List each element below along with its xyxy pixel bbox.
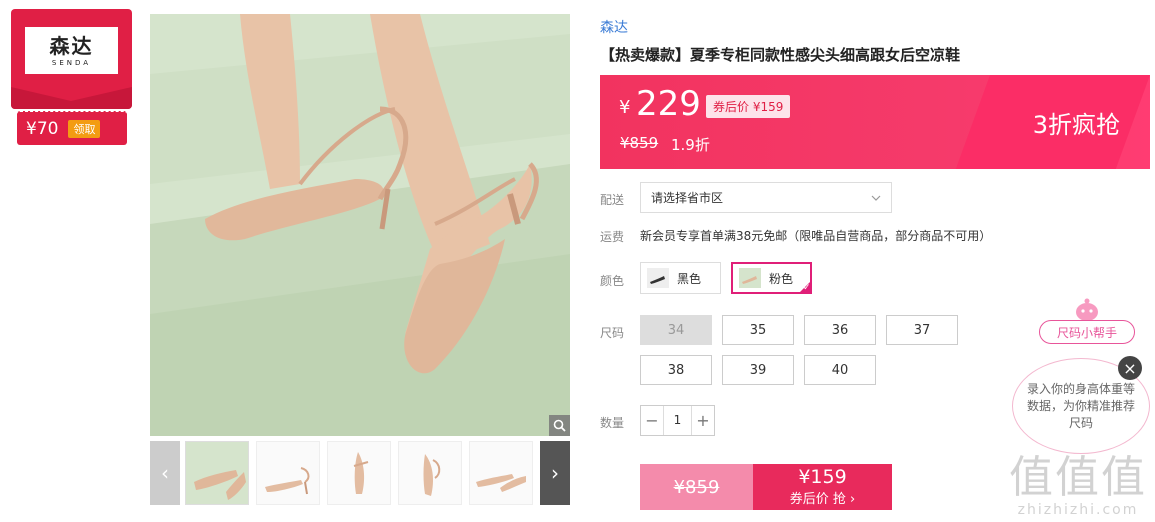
current-price: 229 [636,84,701,124]
product-photo [150,14,570,436]
after-coupon-price-badge: 券后价 ¥159 [706,95,791,118]
color-name: 黑色 [677,271,702,286]
close-icon[interactable]: × [1118,356,1142,380]
delivery-label: 配送 [600,193,625,207]
price-currency: ¥ [619,97,631,118]
size-option-40[interactable]: 40 [804,355,876,385]
thumbnail-prev-button[interactable]: ‹ [150,441,180,505]
badge-fold-decoration [11,87,132,109]
thumbnail-3[interactable] [327,441,391,505]
quantity-increase-button[interactable]: + [692,411,714,430]
size-option-39[interactable]: 39 [722,355,794,385]
main-product-image[interactable] [150,14,570,436]
delivery-region-value: 请选择省市区 [651,191,724,205]
zoom-icon[interactable] [549,415,570,436]
thumbnail-2[interactable] [256,441,320,505]
site-watermark: 值值值 zhizhizhi.com [1009,452,1147,519]
buy-action-label: 券后价 抢 › [789,492,856,507]
delivery-region-select[interactable]: 请选择省市区 [640,182,892,213]
brand-logo: 森达 SENDA [25,27,118,74]
brand-logo-en: SENDA [51,58,92,67]
coupon-amount: ¥70 [26,118,59,139]
size-option-36[interactable]: 36 [804,315,876,345]
chevron-down-icon [871,195,881,201]
original-price: ¥859 [620,134,659,152]
thumbnail-1[interactable] [185,441,249,505]
shipping-label: 运费 [600,230,625,244]
promo-label: 3折疯抢 [1032,111,1120,139]
brand-logo-cn: 森达 [49,33,94,58]
quantity-decrease-button[interactable]: − [641,411,663,430]
buy-price: ¥159 [798,466,847,488]
color-label: 颜色 [600,274,625,288]
color-name: 粉色 [769,271,794,286]
brand-link[interactable]: 森达 [600,17,628,37]
size-helper-tag[interactable]: 尺码小帮手 [1039,320,1135,344]
quantity-stepper: − 1 + [640,405,715,436]
product-title: 【热卖爆款】夏季专柜同款性感尖头细高跟女后空凉鞋 [600,46,961,64]
brand-coupon[interactable]: ¥70 领取 [17,111,127,145]
thumbnail-5[interactable] [469,441,533,505]
coupon-get-button[interactable]: 领取 [68,119,101,138]
color-option-pink[interactable]: 粉色 ✓ [731,262,812,294]
thumbnail-4[interactable] [398,441,462,505]
quantity-input[interactable]: 1 [663,406,692,435]
size-option-34[interactable]: 34 [640,315,712,345]
color-swatch-black [647,268,669,288]
selected-check-icon: ✓ [798,280,812,294]
size-option-35[interactable]: 35 [722,315,794,345]
shipping-info: 新会员专享首单满38元免邮（限唯品自营商品，部分商品不可用） [640,229,992,243]
buy-button[interactable]: ¥859 ¥159 券后价 抢 › [640,464,892,510]
size-option-38[interactable]: 38 [640,355,712,385]
watermark-url: zhizhizhi.com [1017,502,1139,518]
color-option-black[interactable]: 黑色 [640,262,721,294]
color-swatch-pink [739,268,761,288]
buy-original-price: ¥859 [640,464,753,510]
discount-rate: 1.9折 [671,136,710,154]
brand-badge[interactable]: 森达 SENDA [11,9,132,109]
size-helper-mascot-icon [1076,298,1098,321]
quantity-label: 数量 [600,416,625,430]
watermark-logo: 值值值 [1009,452,1147,503]
buy-coupon-price[interactable]: ¥159 券后价 抢 › [753,464,892,510]
size-label: 尺码 [600,326,625,340]
size-option-37[interactable]: 37 [886,315,958,345]
thumbnail-next-button[interactable]: › [540,441,570,505]
price-panel: ¥ 229 券后价 ¥159 ¥859 1.9折 3折疯抢 [600,75,1150,169]
